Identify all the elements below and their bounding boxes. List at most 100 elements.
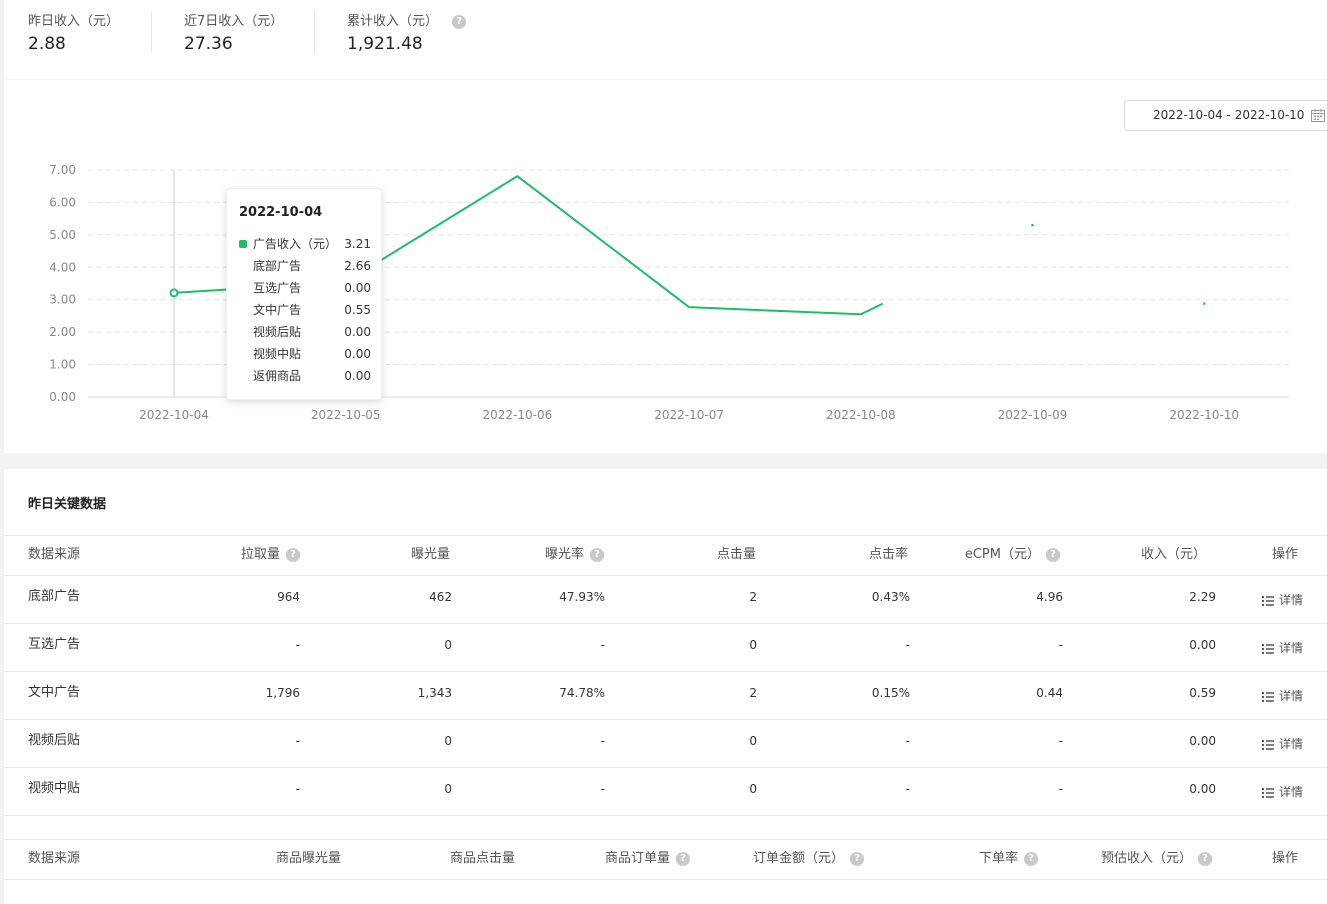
chart-tooltip: 2022-10-04 广告收入（元） 3.21 底部广告 2.66 互选广告 0.00 文中… — [226, 188, 382, 400]
table-cell: - — [295, 638, 300, 652]
column-header-text: 曝光率 — [544, 547, 584, 562]
table-row: 互选广告 - 0 - 0 - - 0.00 详情 — [4, 623, 1327, 671]
tooltip-row-value: 2.66 — [344, 259, 371, 273]
tooltip-row: 互选广告 0.00 — [239, 277, 371, 299]
table-cell: - — [295, 734, 300, 748]
x-tick-label: 2022-10-08 — [826, 408, 896, 422]
row-source: 互选广告 — [28, 637, 81, 652]
help-icon[interactable]: ? — [1046, 547, 1060, 562]
table-row: 视频后贴 - 0 - 0 - - 0.00 详情 — [4, 719, 1327, 767]
chart-card: 2022-10-04 - 2022-10-10 0.00 1.00 2.00 3.00… — [4, 80, 1327, 453]
column-header-text: 商品订单量 — [604, 851, 670, 866]
stat-yesterday-label: 昨日收入（元） — [28, 14, 120, 29]
tooltip-row-name: 返佣商品 — [253, 369, 302, 383]
column-header-text: 数据来源 — [28, 547, 81, 562]
stat-yesterday-value: 2.88 — [28, 34, 66, 54]
column-header: 点击率 — [869, 535, 908, 575]
y-tick-label: 4.00 — [49, 260, 76, 274]
column-header: 商品曝光量 — [276, 839, 341, 879]
table-cell: 0.00 — [1189, 638, 1216, 652]
section-title: 昨日关键数据 — [28, 497, 107, 512]
x-axis-ticks: 2022-10-04 2022-10-05 2022-10-06 2022-10-07… — [139, 408, 1239, 422]
tooltip-row-value: 0.00 — [344, 369, 371, 383]
y-axis-ticks: 0.00 1.00 2.00 3.00 4.00 5.00 6.00 7.00 — [49, 163, 76, 404]
detail-button-label: 详情 — [1279, 593, 1304, 607]
tooltip-row-value: 0.00 — [344, 347, 371, 361]
table-cell: - — [905, 734, 910, 748]
list-icon — [1262, 787, 1274, 798]
table-cell: 0.59 — [1189, 686, 1216, 700]
help-icon[interactable]: ? — [850, 851, 864, 866]
column-header-text: eCPM（元） — [964, 547, 1040, 562]
data-point-highlight — [169, 288, 179, 298]
column-header: 曝光率? — [545, 535, 604, 575]
tooltip-row-name: 广告收入（元） — [253, 237, 338, 251]
help-icon[interactable]: ? — [1198, 851, 1212, 866]
table-cell: - — [905, 638, 910, 652]
column-header-text: 点击量 — [716, 547, 756, 562]
tooltip-row-name: 视频中贴 — [253, 347, 302, 361]
column-header: 曝光量 — [411, 535, 450, 575]
column-header-text: 预估收入（元） — [1100, 851, 1192, 866]
detail-button[interactable]: 详情 — [1262, 575, 1303, 623]
column-header: 商品点击量 — [450, 839, 515, 879]
table-cell: 2.29 — [1189, 590, 1216, 604]
detail-button-label: 详情 — [1279, 689, 1304, 703]
tooltip-row: 底部广告 2.66 — [239, 255, 371, 277]
tooltip-row: 广告收入（元） 3.21 — [239, 233, 371, 255]
tooltip-row-value: 3.21 — [344, 237, 371, 251]
x-tick-label: 2022-10-07 — [654, 408, 724, 422]
table-cell: 1,343 — [417, 686, 452, 700]
list-icon — [1262, 595, 1274, 606]
tooltip-row-name: 视频后贴 — [253, 325, 302, 339]
table-cell: 462 — [429, 590, 452, 604]
table-cell: 0 — [749, 734, 757, 748]
table-cell: 2 — [749, 590, 757, 604]
help-icon[interactable]: ? — [286, 547, 300, 562]
detail-button[interactable]: 详情 — [1262, 671, 1303, 719]
y-tick-label: 1.00 — [49, 358, 76, 372]
detail-button[interactable]: 详情 — [1262, 719, 1303, 767]
x-tick-label: 2022-10-04 — [139, 408, 209, 422]
table-cell: 0 — [749, 638, 757, 652]
list-icon — [1262, 691, 1274, 702]
help-icon[interactable]: ? — [452, 14, 467, 29]
y-tick-label: 2.00 — [49, 325, 76, 339]
column-header: 收入（元） — [1141, 535, 1206, 575]
y-tick-label: 0.00 — [49, 390, 76, 404]
tooltip-row: 文中广告 0.55 — [239, 299, 371, 321]
tooltip-row: 视频中贴 0.00 — [239, 343, 371, 365]
table-cell: 2 — [749, 686, 757, 700]
key-data-card: 昨日关键数据 数据来源 拉取量? 曝光量 曝光率? 点击量 点击率 eCPM（元）? 收入（元… — [4, 469, 1327, 904]
tooltip-row-name: 底部广告 — [253, 259, 302, 273]
table-cell: 0.15% — [871, 686, 910, 700]
table-cell: - — [295, 782, 300, 796]
table-cell: 74.78% — [559, 686, 605, 700]
column-header: 数据来源 — [28, 839, 80, 879]
detail-button[interactable]: 详情 — [1262, 767, 1303, 815]
table-cell: - — [600, 638, 605, 652]
y-tick-label: 5.00 — [49, 228, 76, 242]
detail-button[interactable]: 详情 — [1262, 623, 1303, 671]
row-source: 底部广告 — [28, 589, 81, 604]
column-header: 拉取量? — [241, 535, 300, 575]
column-header-text: 收入（元） — [1140, 547, 1206, 562]
row-divider — [4, 623, 1327, 624]
tooltip-row: 返佣商品 0.00 — [239, 365, 371, 387]
tooltip-row-value: 0.55 — [344, 303, 371, 317]
y-tick-label: 7.00 — [49, 163, 76, 177]
table-cell: - — [905, 782, 910, 796]
stat-total-label-text: 累计收入（元） — [347, 14, 439, 29]
help-icon[interactable]: ? — [1024, 851, 1038, 866]
row-divider — [4, 671, 1327, 672]
stat-week-value: 27.36 — [184, 34, 233, 54]
column-header-text: 商品点击量 — [449, 851, 515, 866]
x-tick-label: 2022-10-06 — [483, 408, 553, 422]
table-cell: 964 — [277, 590, 300, 604]
table-cell: - — [1058, 734, 1063, 748]
help-icon[interactable]: ? — [590, 547, 604, 562]
stat-divider — [151, 12, 152, 52]
divider — [4, 879, 1327, 880]
line-chart[interactable]: 0.00 1.00 2.00 3.00 4.00 5.00 6.00 7.00 2022-10… — [4, 80, 1327, 453]
help-icon[interactable]: ? — [676, 851, 690, 866]
